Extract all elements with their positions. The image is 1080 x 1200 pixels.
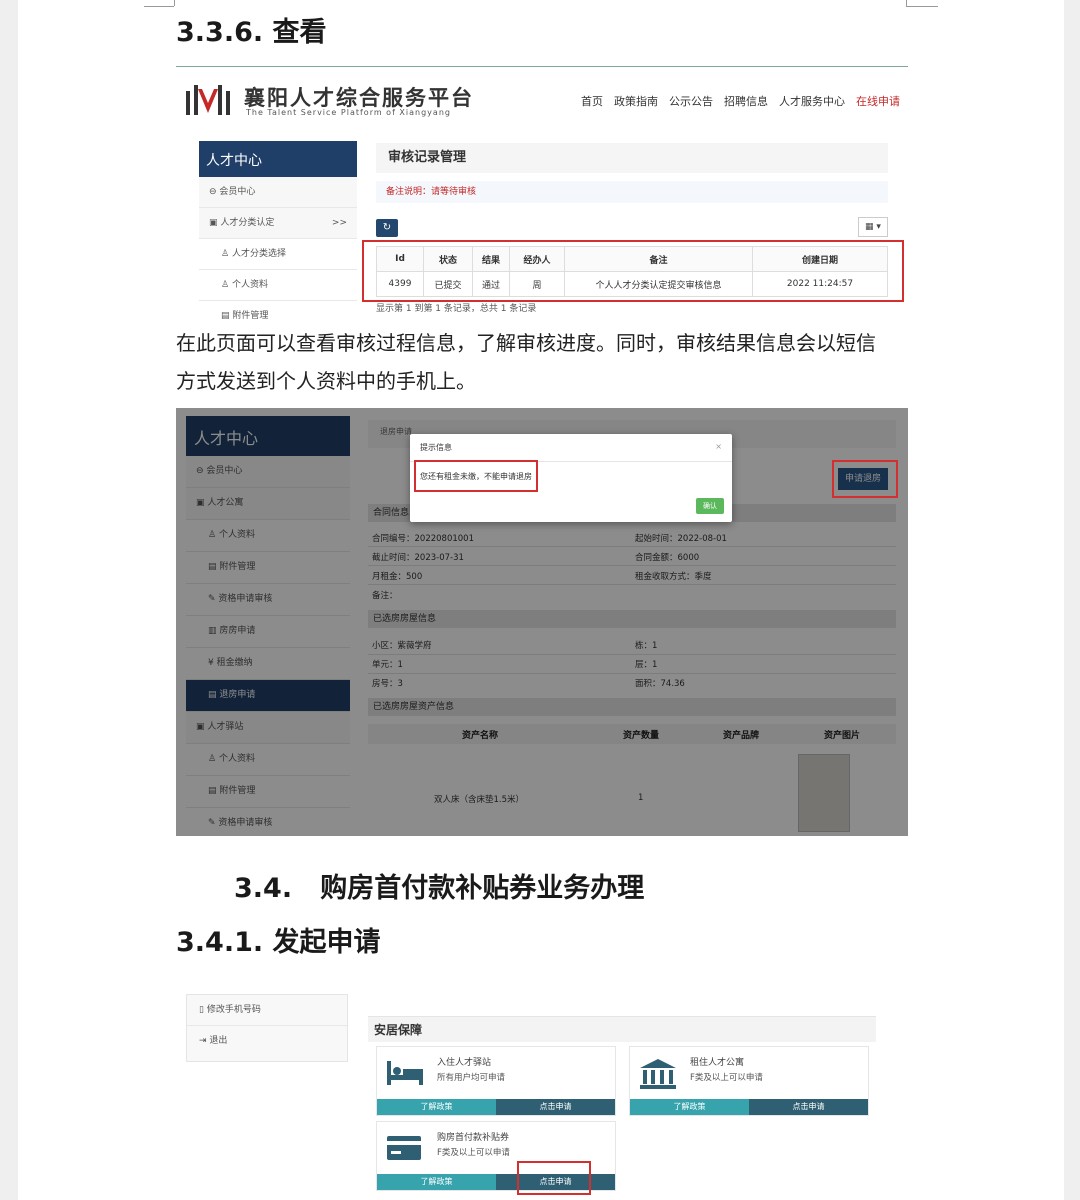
notice-bar: 备注说明：请等待审核: [376, 181, 888, 203]
screenshot-housing-security: ▯ 修改手机号码 ⇥ 退出 安居保障 入住人才驿站 所有用户均可申请 了解政策 …: [186, 994, 886, 1200]
nav-home[interactable]: 首页: [581, 93, 603, 109]
nav-online-apply[interactable]: 在线申请: [856, 93, 900, 109]
user-icon: ♙: [221, 249, 232, 259]
highlight-box-message: [414, 460, 538, 492]
column-toggle-button[interactable]: ▦ ▾: [858, 217, 888, 237]
card-title: 购房首付款补贴券: [437, 1133, 510, 1143]
sidebar-item-member-center[interactable]: ⊖ 会员中心: [199, 177, 357, 208]
crop-mark-right: [906, 0, 938, 7]
sidebar-item-attachments[interactable]: ▤ 附件管理: [199, 301, 357, 321]
expand-indicator: >>: [331, 218, 347, 228]
section-title: 安居保障: [368, 1016, 876, 1042]
nav-policy-guide[interactable]: 政策指南: [614, 93, 658, 109]
crop-mark-left: [144, 0, 174, 7]
refresh-button[interactable]: ↻: [376, 219, 398, 237]
confirm-button[interactable]: 确认: [696, 498, 724, 514]
service-card-talent-station: 入住人才驿站 所有用户均可申请 了解政策 点击申请: [376, 1046, 616, 1116]
user-circle-icon: ⊖: [209, 187, 220, 197]
top-navigation: 首页 政策指南 公示公告 招聘信息 人才服务中心 在线申请: [581, 93, 900, 109]
apply-button[interactable]: 点击申请: [496, 1099, 615, 1115]
id-card-icon: ▣: [209, 218, 221, 228]
screenshot-review-records: 襄阳人才综合服务平台 The Talent Service Platform o…: [176, 66, 908, 321]
screenshot-checkout-application: 人才中心 ⊖ 会员中心 ▣ 人才公寓 ♙ 个人资料 ▤ 附件管理 ✎ 资格申请审…: [176, 408, 908, 836]
notice-label: 备注说明：: [386, 187, 432, 197]
section-heading-3-4: 3.4. 购房首付款补贴券业务办理: [234, 873, 645, 904]
highlight-box-apply-button: [832, 460, 898, 498]
crop-mark-right-v: [906, 0, 907, 6]
nav-announcements[interactable]: 公示公告: [669, 93, 713, 109]
highlight-box-table: [362, 240, 904, 302]
phone-icon: ▯: [199, 1005, 207, 1015]
service-card-talent-apartment: 租住人才公寓 F类及以上可以申请 了解政策 点击申请: [629, 1046, 869, 1116]
paragraph-line-2: 方式发送到个人资料中的手机上。: [176, 369, 476, 393]
sidebar-title: 人才中心: [199, 141, 357, 177]
logout-icon: ⇥: [199, 1036, 210, 1046]
card-subtitle: F类及以上可以申请: [690, 1073, 763, 1083]
section-heading-3-3-6: 3.3.6. 查看: [176, 17, 327, 48]
close-icon[interactable]: ×: [715, 442, 722, 451]
account-menu: ▯ 修改手机号码 ⇥ 退出: [186, 994, 348, 1062]
nav-talent-service-center[interactable]: 人才服务中心: [779, 93, 845, 109]
page-title: 审核记录管理: [376, 143, 888, 173]
body-paragraph: 在此页面可以查看审核过程信息，了解审核进度。同时，审核结果信息会以短信 方式发送…: [176, 324, 912, 400]
paragraph-line-1: 在此页面可以查看审核过程信息，了解审核进度。同时，审核结果信息会以短信: [176, 331, 876, 355]
notice-value: 请等待审核: [431, 187, 477, 197]
pagination-info: 显示第 1 到第 1 条记录，总共 1 条记录: [376, 304, 537, 314]
card-subtitle: F类及以上可以申请: [437, 1148, 510, 1158]
learn-policy-button[interactable]: 了解政策: [377, 1099, 496, 1115]
sidebar: 人才中心 ⊖ 会员中心 ▣ 人才分类认定 >> ♙ 人才分类选择 ♙ 个人资料 ▤…: [199, 141, 357, 321]
platform-logo-icon: [186, 85, 230, 115]
bank-building-icon: [640, 1059, 676, 1089]
menu-item-logout[interactable]: ⇥ 退出: [187, 1026, 347, 1056]
menu-item-change-phone[interactable]: ▯ 修改手机号码: [187, 995, 347, 1026]
learn-policy-button[interactable]: 了解政策: [630, 1099, 749, 1115]
platform-brand-english: The Talent Service Platform of Xiangyang: [246, 108, 451, 117]
sidebar-item-classification-select[interactable]: ♙ 人才分类选择: [199, 239, 357, 270]
sidebar-item-personal-info[interactable]: ♙ 个人资料: [199, 270, 357, 301]
highlight-box-apply-button: [517, 1161, 591, 1195]
credit-card-icon: [387, 1136, 421, 1160]
nav-recruitment[interactable]: 招聘信息: [724, 93, 768, 109]
apply-button[interactable]: 点击申请: [749, 1099, 868, 1115]
card-title: 入住人才驿站: [437, 1058, 492, 1068]
dialog-title: 提示信息 ×: [410, 434, 732, 462]
bed-icon: [387, 1061, 423, 1085]
card-title: 租住人才公寓: [690, 1058, 745, 1068]
card-subtitle: 所有用户均可申请: [437, 1073, 506, 1083]
file-icon: ▤: [221, 311, 233, 321]
sidebar-item-talent-classification[interactable]: ▣ 人才分类认定 >>: [199, 208, 357, 239]
crop-mark-left-v: [174, 0, 175, 6]
user-icon: ♙: [221, 280, 232, 290]
learn-policy-button[interactable]: 了解政策: [377, 1174, 496, 1190]
section-heading-3-4-1: 3.4.1. 发起申请: [176, 927, 381, 958]
